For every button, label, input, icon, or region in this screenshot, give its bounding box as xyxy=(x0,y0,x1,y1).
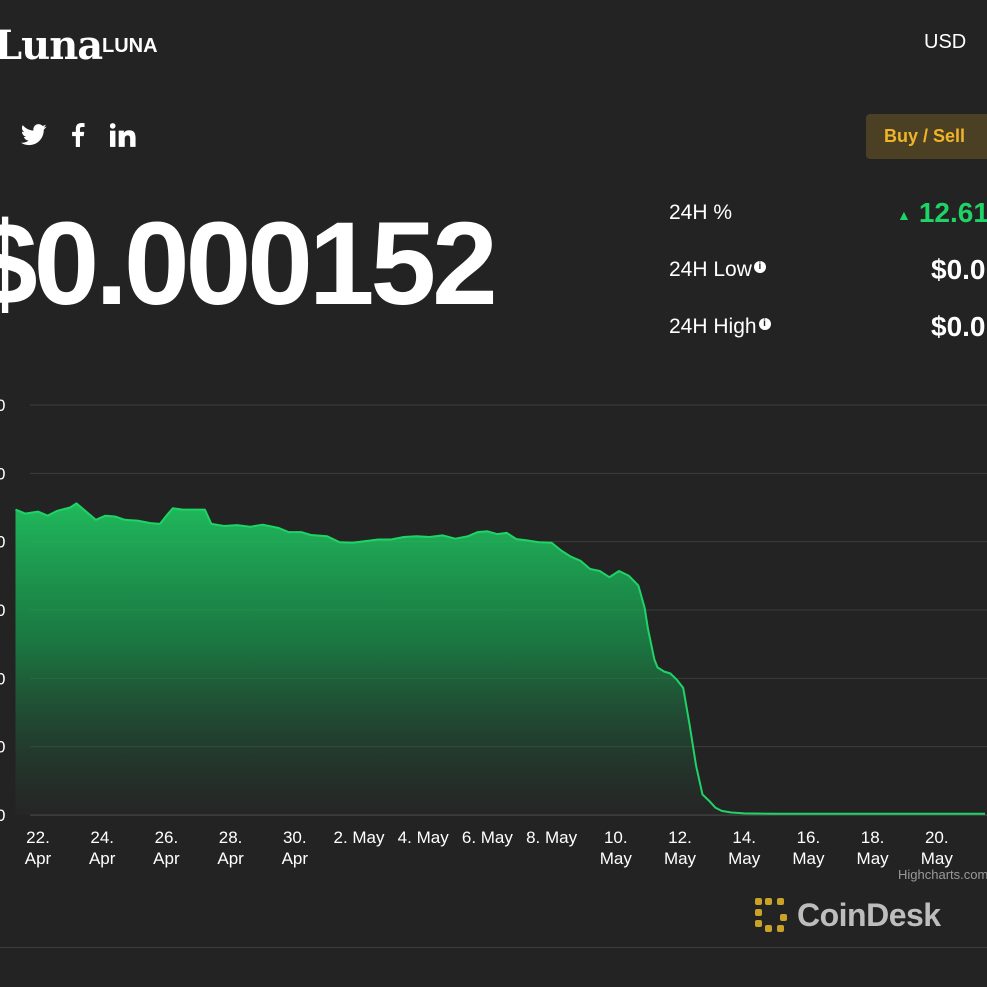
x-tick-label: 22. Apr xyxy=(25,828,52,868)
y-tick-label: 0 xyxy=(0,533,5,552)
x-tick-label: 18. May xyxy=(857,828,890,868)
x-tick-label: 30. Apr xyxy=(282,828,309,868)
y-tick-label: 0 xyxy=(0,601,5,620)
x-tick-label: 8. May xyxy=(526,828,578,847)
y-tick-label: 0 xyxy=(0,464,5,483)
x-tick-label: 10. May xyxy=(600,828,633,868)
y-tick-label: 0 xyxy=(0,738,5,757)
x-tick-label: 2. May xyxy=(333,828,385,847)
coindesk-logo: CoinDesk xyxy=(753,896,941,934)
chart-credit: Highcharts.com xyxy=(898,867,987,882)
area-fill xyxy=(15,503,985,815)
price-chart[interactable]: 0 0 0 0 0 0 0 22. Apr 24. Apr 26. Apr 28. Apr 30. Apr 2.… xyxy=(0,0,987,900)
x-tick-label: 14. May xyxy=(728,828,761,868)
x-tick-label: 28. Apr xyxy=(217,828,244,868)
x-tick-label: 4. May xyxy=(398,828,450,847)
x-tick-label: 16. May xyxy=(792,828,825,868)
x-tick-label: 26. Apr xyxy=(153,828,180,868)
x-tick-label: 12. May xyxy=(664,828,697,868)
divider xyxy=(0,947,987,948)
y-tick-label: 0 xyxy=(0,806,5,825)
x-tick-label: 24. Apr xyxy=(89,828,116,868)
x-tick-label: 6. May xyxy=(462,828,514,847)
y-tick-label: 0 xyxy=(0,396,5,415)
x-tick-label: 20. May xyxy=(921,828,954,868)
y-tick-label: 0 xyxy=(0,669,5,688)
